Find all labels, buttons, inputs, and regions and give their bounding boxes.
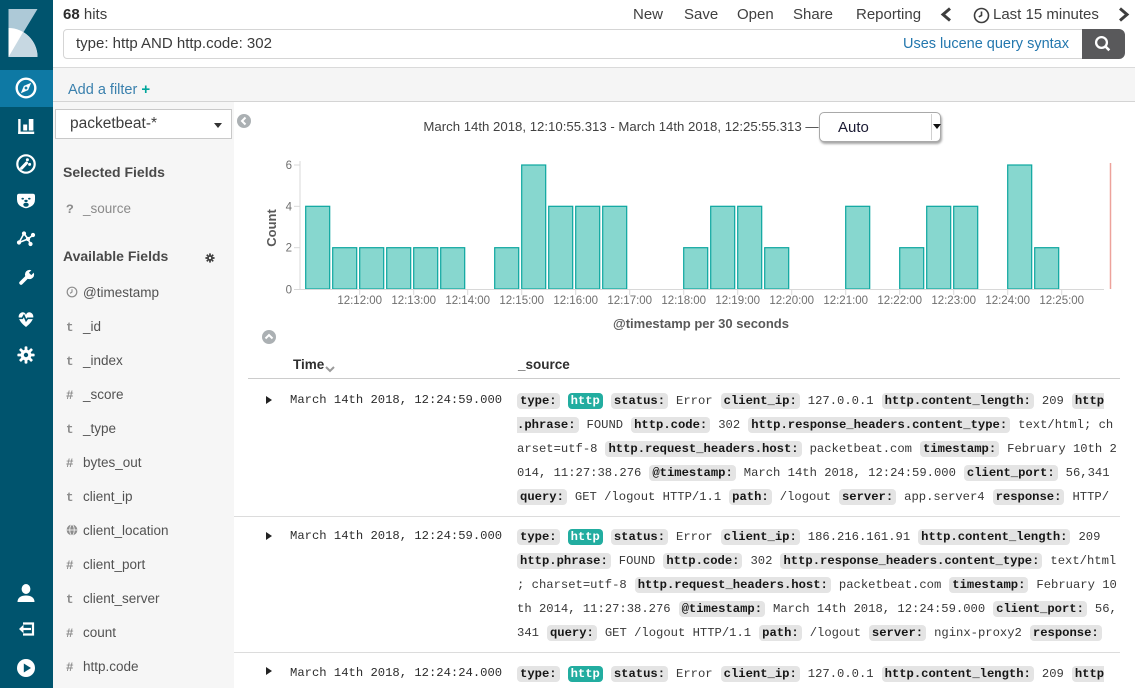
svg-text:12:17:00: 12:17:00 [607, 295, 652, 307]
svg-text:12:25:00: 12:25:00 [1039, 295, 1084, 307]
svg-text:12:18:00: 12:18:00 [661, 295, 706, 307]
svg-text:12:19:00: 12:19:00 [715, 295, 760, 307]
svg-text:12:16:00: 12:16:00 [553, 295, 598, 307]
svg-text:12:23:00: 12:23:00 [931, 295, 976, 307]
svg-text:12:22:00: 12:22:00 [877, 295, 922, 307]
svg-text:12:14:00: 12:14:00 [445, 295, 490, 307]
svg-text:12:20:00: 12:20:00 [769, 295, 814, 307]
svg-text:Count: Count [264, 209, 279, 247]
svg-text:12:21:00: 12:21:00 [823, 295, 868, 307]
svg-text:12:24:00: 12:24:00 [985, 295, 1030, 307]
svg-text:12:15:00: 12:15:00 [499, 295, 544, 307]
svg-text:2: 2 [286, 243, 292, 255]
svg-text:12:13:00: 12:13:00 [391, 295, 436, 307]
svg-text:12:12:00: 12:12:00 [337, 295, 382, 307]
svg-text:6: 6 [286, 160, 292, 172]
svg-text:4: 4 [286, 201, 293, 213]
svg-text:0: 0 [286, 285, 292, 297]
